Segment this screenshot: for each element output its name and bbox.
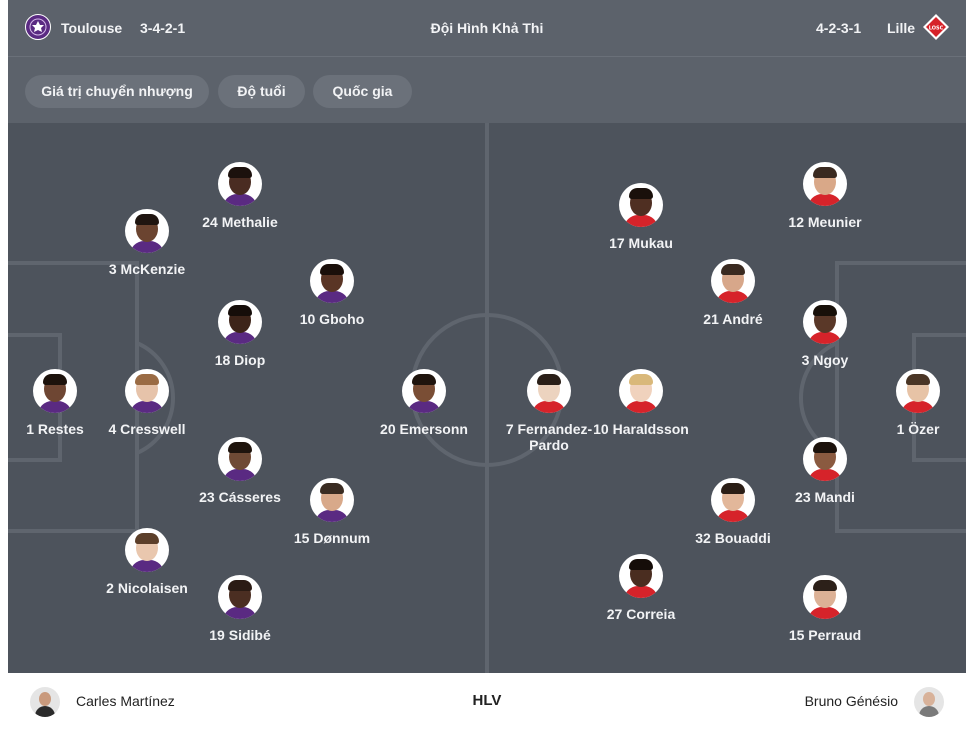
player-photo xyxy=(310,259,354,303)
player-photo xyxy=(711,478,755,522)
player-name: 27 Correia xyxy=(606,606,676,622)
away-player[interactable]: 1 Özer xyxy=(848,369,966,437)
away-player[interactable]: 15 Perraud xyxy=(755,575,895,643)
player-photo xyxy=(218,162,262,206)
player-photo xyxy=(402,369,446,413)
away-player[interactable]: 32 Bouaddi xyxy=(663,478,803,546)
player-photo xyxy=(310,478,354,522)
away-coach-avatar xyxy=(914,687,944,717)
away-formation: 4-2-3-1 xyxy=(816,20,862,36)
player-photo xyxy=(218,575,262,619)
player-photo xyxy=(803,162,847,206)
away-player[interactable]: 12 Meunier xyxy=(755,162,895,230)
player-name: 17 Mukau xyxy=(609,235,673,251)
player-photo xyxy=(125,209,169,253)
away-coach-name: Bruno Génésio xyxy=(804,693,898,709)
home-player[interactable]: 19 Sidibé xyxy=(170,575,310,643)
player-photo xyxy=(619,183,663,227)
filter-bar: Giá trị chuyển nhượng Độ tuổi Quốc gia xyxy=(8,57,966,123)
away-player[interactable]: 27 Correia xyxy=(571,554,711,622)
player-name: 19 Sidibé xyxy=(209,627,271,643)
player-photo xyxy=(125,528,169,572)
player-name: 20 Emersonn xyxy=(380,421,468,437)
lineup-panel: Toulouse 3-4-2-1 Đội Hình Khả Thi 4-2-3-… xyxy=(8,0,966,673)
player-photo xyxy=(711,259,755,303)
player-photo xyxy=(218,437,262,481)
player-name: 32 Bouaddi xyxy=(695,530,771,546)
home-player[interactable]: 15 Dønnum xyxy=(262,478,402,546)
player-name: 4 Cresswell xyxy=(108,421,186,437)
lineup-header: Toulouse 3-4-2-1 Đội Hình Khả Thi 4-2-3-… xyxy=(8,0,966,57)
pitch: 24 Methalie 3 McKenzie 10 Gboho 18 Diop 1 Re… xyxy=(8,123,966,673)
player-photo xyxy=(619,554,663,598)
player-photo xyxy=(803,575,847,619)
home-player[interactable]: 3 McKenzie xyxy=(77,209,217,277)
player-photo xyxy=(619,369,663,413)
player-photo xyxy=(527,369,571,413)
away-player[interactable]: 10 Haraldsson xyxy=(571,369,711,437)
player-name: 15 Dønnum xyxy=(293,530,371,546)
filter-market-value-button[interactable]: Giá trị chuyển nhượng xyxy=(25,75,209,108)
player-name: 12 Meunier xyxy=(788,214,862,230)
player-photo xyxy=(218,300,262,344)
player-photo xyxy=(125,369,169,413)
player-name: 3 McKenzie xyxy=(108,261,186,277)
player-name: 15 Perraud xyxy=(788,627,862,643)
player-photo xyxy=(896,369,940,413)
player-photo xyxy=(33,369,77,413)
away-team-name: Lille xyxy=(887,20,916,36)
player-photo xyxy=(803,437,847,481)
filter-age-button[interactable]: Độ tuổi xyxy=(218,75,305,108)
svg-text:LOSC: LOSC xyxy=(929,26,944,32)
home-player[interactable]: 20 Emersonn xyxy=(354,369,494,437)
player-name: 10 Haraldsson xyxy=(593,421,689,437)
player-name: 18 Diop xyxy=(214,352,266,368)
home-player[interactable]: 18 Diop xyxy=(170,300,310,368)
player-name: 3 Ngoy xyxy=(801,352,849,368)
filter-country-button[interactable]: Quốc gia xyxy=(313,75,412,108)
home-player[interactable]: 4 Cresswell xyxy=(77,369,217,437)
away-player[interactable]: 17 Mukau xyxy=(571,183,711,251)
coaches-bar: Carles Martínez HLV Bruno Génésio xyxy=(8,673,966,727)
player-photo xyxy=(803,300,847,344)
away-player[interactable]: 3 Ngoy xyxy=(755,300,895,368)
player-name: 1 Özer xyxy=(896,421,940,437)
lille-logo-icon: LOSC xyxy=(923,14,949,40)
